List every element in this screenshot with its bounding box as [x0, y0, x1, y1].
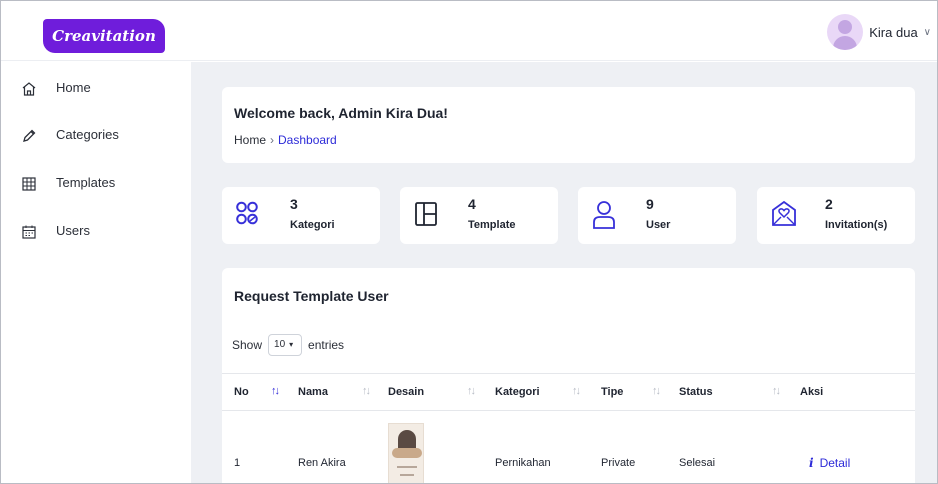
categories-icon — [236, 201, 258, 225]
cell-kategori: Pernikahan — [495, 457, 551, 469]
stat-label: Template — [468, 219, 516, 231]
detail-label: Detail — [819, 456, 851, 470]
chevron-down-icon[interactable]: ∨ — [924, 27, 931, 38]
sidebar-item-templates[interactable]: Templates — [1, 170, 191, 198]
sort-icon[interactable]: ↑↓ — [271, 385, 280, 397]
stat-card-user[interactable]: 9 User — [578, 187, 736, 244]
breadcrumb-separator: › — [270, 133, 275, 147]
welcome-card: Welcome back, Admin Kira Dua! Home › Dashb… — [222, 87, 915, 163]
stat-value: 2 — [825, 196, 833, 212]
request-table-card: Request Template User Show 10 ▾ entries N… — [222, 268, 915, 483]
sort-icon[interactable]: ↑↓ — [467, 385, 476, 397]
sidebar-item-users[interactable]: Users — [1, 218, 191, 246]
breadcrumb-current[interactable]: Dashboard — [278, 133, 337, 147]
layout-icon — [415, 202, 437, 226]
page-title: Welcome back, Admin Kira Dua! — [234, 105, 448, 121]
cell-status: Selesai — [679, 457, 716, 469]
sidebar: Home Categories Templates Users — [1, 62, 191, 483]
column-header-no[interactable]: No — [234, 386, 249, 398]
stat-card-kategori[interactable]: 3 Kategori — [222, 187, 380, 244]
section-title: Request Template User — [234, 288, 389, 304]
sidebar-item-home[interactable]: Home — [1, 75, 191, 103]
sidebar-item-label: Home — [56, 80, 91, 95]
user-name[interactable]: Kira dua — [869, 25, 917, 40]
table-row: 1 Ren Akira Pernikahan Private Selesai i… — [222, 411, 915, 483]
app-window: Creavitation Kira dua ∨ Home Categories — [0, 0, 938, 484]
entries-select[interactable]: 10 ▾ — [268, 334, 303, 356]
cell-nama: Ren Akira — [298, 457, 346, 469]
column-header-desain[interactable]: Desain — [388, 386, 424, 398]
stat-card-template[interactable]: 4 Template — [400, 187, 558, 244]
top-bar: Creavitation Kira dua ∨ — [1, 1, 937, 61]
column-header-aksi[interactable]: Aksi — [800, 386, 823, 398]
grid-icon — [22, 177, 36, 191]
sort-icon[interactable]: ↑↓ — [362, 385, 371, 397]
pencil-icon — [23, 129, 36, 142]
select-arrow-icon: ▾ — [289, 340, 294, 349]
stat-label: Kategori — [290, 219, 335, 231]
entries-label: entries — [308, 338, 345, 352]
main-content: Welcome back, Admin Kira Dua! Home › Dashb… — [191, 62, 937, 483]
avatar[interactable] — [827, 14, 864, 50]
sidebar-item-label: Templates — [56, 175, 116, 190]
column-header-tipe[interactable]: Tipe — [601, 386, 623, 398]
column-header-status[interactable]: Status — [679, 386, 713, 398]
sidebar-item-categories[interactable]: Categories — [1, 122, 191, 150]
breadcrumb: Home › Dashboard — [234, 133, 337, 147]
stat-value: 4 — [468, 196, 476, 212]
heart-envelope-icon — [772, 200, 796, 226]
stat-card-invitation[interactable]: 2 Invitation(s) — [757, 187, 915, 244]
user-menu[interactable]: Kira dua ∨ — [827, 13, 931, 51]
column-header-kategori[interactable]: Kategori — [495, 386, 540, 398]
detail-button[interactable]: i Detail — [809, 456, 850, 470]
sidebar-item-label: Users — [56, 223, 90, 238]
calendar-icon — [22, 225, 36, 239]
show-label: Show — [232, 338, 263, 352]
entries-control: Show 10 ▾ entries — [232, 334, 344, 356]
sort-icon[interactable]: ↑↓ — [652, 385, 661, 397]
design-thumbnail[interactable] — [388, 423, 424, 483]
user-icon — [593, 201, 615, 229]
entries-value: 10 — [274, 339, 286, 350]
brand-logo[interactable]: Creavitation — [43, 19, 165, 53]
sort-icon[interactable]: ↑↓ — [572, 385, 581, 397]
stat-value: 3 — [290, 196, 298, 212]
sort-icon[interactable]: ↑↓ — [772, 385, 781, 397]
info-icon: i — [809, 456, 814, 470]
stat-label: Invitation(s) — [825, 219, 888, 231]
sidebar-item-label: Categories — [56, 127, 119, 142]
cell-tipe: Private — [601, 457, 636, 469]
column-header-nama[interactable]: Nama — [298, 386, 328, 398]
breadcrumb-home[interactable]: Home — [234, 133, 266, 147]
cell-no: 1 — [234, 457, 241, 469]
home-icon — [22, 82, 36, 96]
table-header: No ↑↓ Nama ↑↓ Desain ↑↓ Kategori ↑↓ Tipe… — [222, 373, 915, 411]
stat-value: 9 — [646, 196, 654, 212]
stat-label: User — [646, 219, 671, 231]
